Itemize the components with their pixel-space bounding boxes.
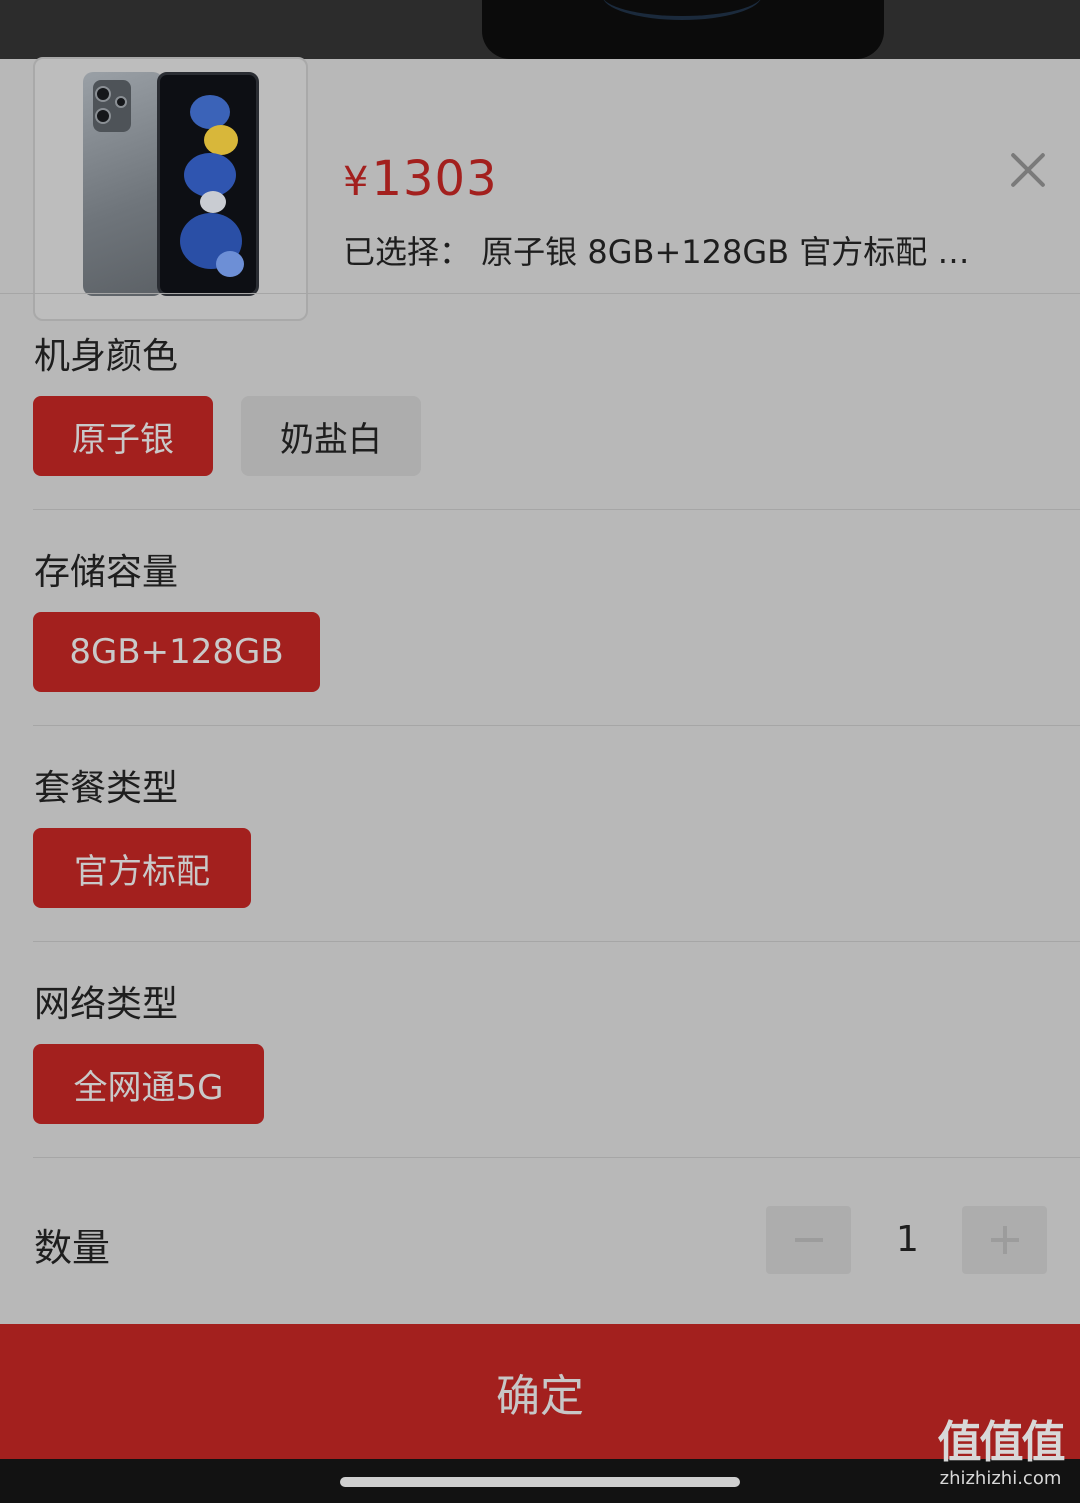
divider [33,725,1080,726]
plus-icon [1003,1226,1007,1254]
option-color-atomic-silver[interactable]: 原子银 [33,396,213,476]
quantity-decrement-button[interactable] [766,1206,851,1274]
confirm-button[interactable]: 确定 [0,1324,1080,1459]
watermark: 值值值 zhizhizhi.com [928,1418,1073,1490]
price-value: 1303 [371,151,498,207]
quantity-value[interactable]: 1 [880,1219,935,1260]
close-icon[interactable] [1007,149,1049,191]
price: ¥1303 [343,151,498,207]
home-indicator[interactable] [340,1477,740,1487]
sku-selection-sheet: ¥1303 已选择： 原子银 8GB+128GB 官方标配 … 机身颜色 原子银… [0,57,1080,1459]
wallpaper-shape [200,191,226,213]
camera-lens [95,86,111,102]
option-network-5g[interactable]: 全网通5G [33,1044,264,1124]
camera-lens [95,108,111,124]
section-title-storage: 存储容量 [34,552,179,593]
camera-lens [115,96,127,108]
divider [0,293,1080,294]
section-title-bundle: 套餐类型 [34,768,179,809]
option-bundle-official[interactable]: 官方标配 [33,828,251,908]
system-nav-bar [0,1459,1080,1503]
option-color-milk-salt-white[interactable]: 奶盐白 [241,396,421,476]
wallpaper-shape [204,125,238,155]
phone-back-view [83,72,163,296]
quantity-label: 数量 [34,1226,111,1270]
watermark-logo: 值值值 [937,1417,1066,1468]
product-thumbnail [33,57,308,321]
divider [33,509,1080,510]
divider [33,941,1080,942]
watermark-url: zhizhizhi.com [939,1468,1062,1489]
wallpaper-shape [190,95,230,129]
selected-summary: 已选择： 原子银 8GB+128GB 官方标配 … [343,233,970,271]
phone-front-view [157,72,259,296]
option-storage-8-128[interactable]: 8GB+128GB [33,612,320,692]
background-product-view [0,0,1080,59]
wallpaper-shape [216,251,244,277]
section-title-color: 机身颜色 [34,336,179,377]
section-title-network: 网络类型 [34,984,179,1025]
currency-symbol: ¥ [343,159,370,205]
phone-product-image [35,59,306,319]
camera-module [93,80,131,132]
minus-icon [795,1238,823,1242]
quantity-increment-button[interactable] [962,1206,1047,1274]
divider [33,1157,1080,1158]
background-phone-shape [482,0,884,59]
